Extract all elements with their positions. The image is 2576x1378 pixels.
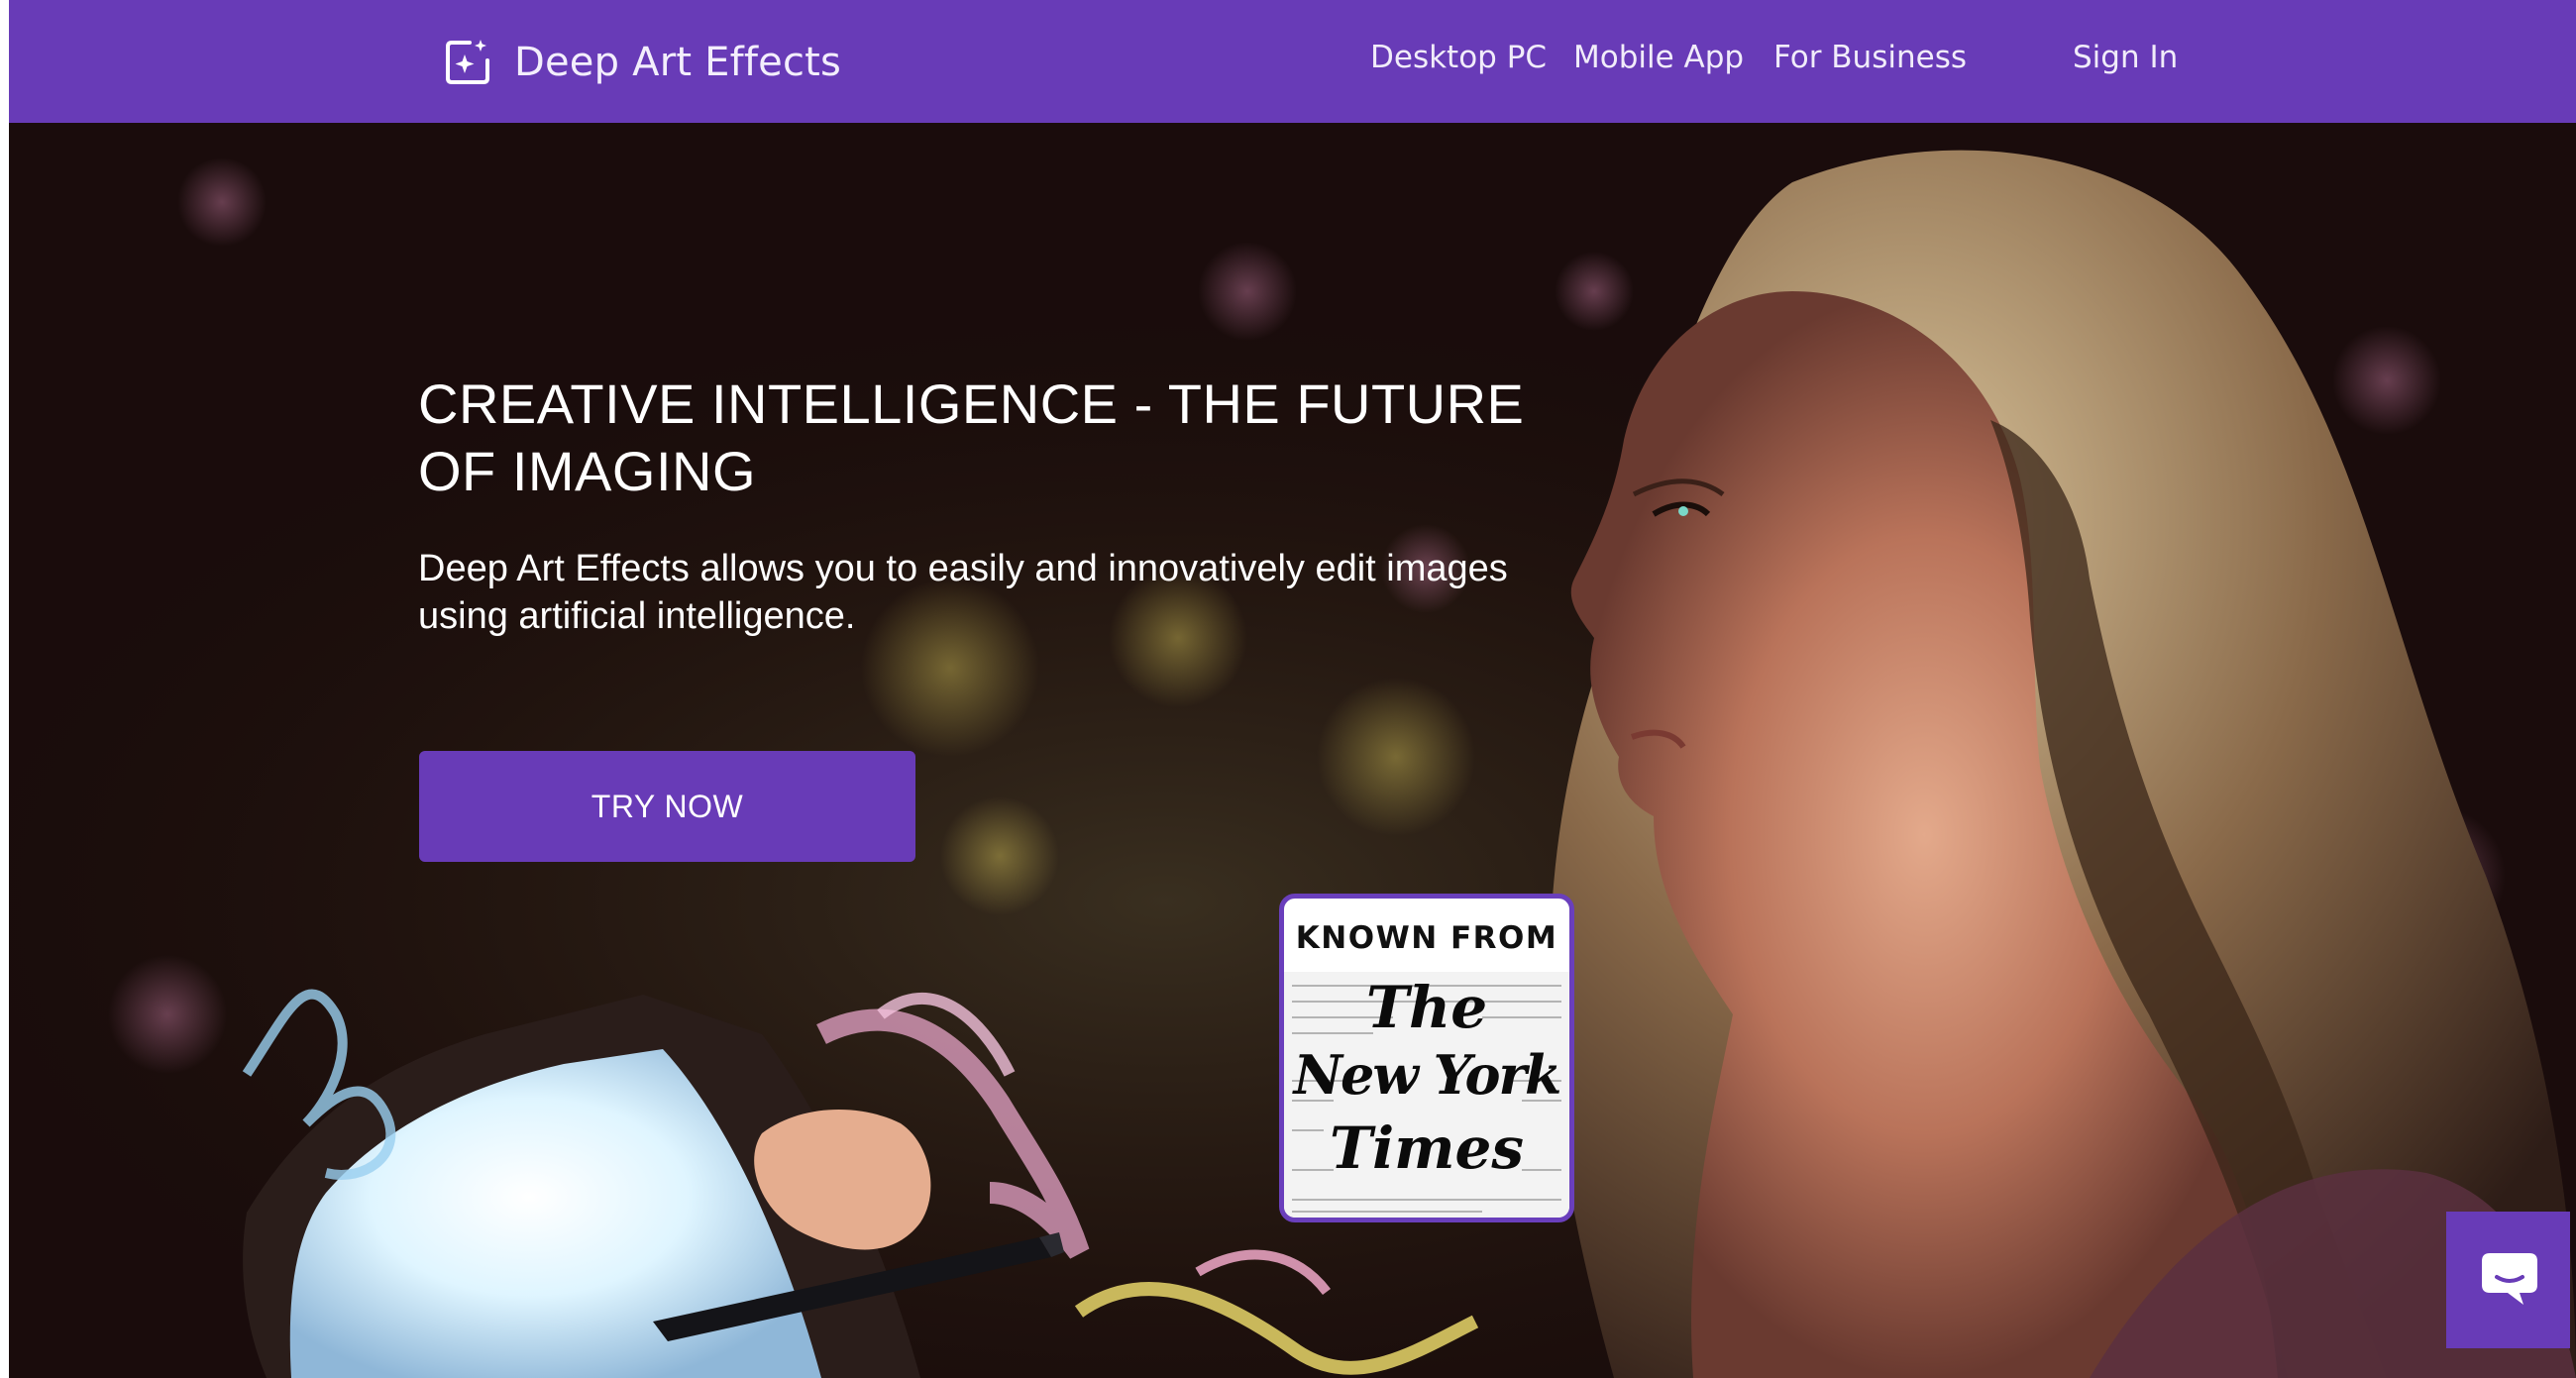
- try-now-button[interactable]: TRY NOW: [419, 751, 915, 862]
- top-navigation-bar: Deep Art Effects Desktop PC Mobile App F…: [9, 0, 2576, 123]
- hero-subtitle-line-1: Deep Art Effects allows you to easily an…: [418, 548, 1508, 589]
- known-from-label: KNOWN FROM: [1295, 920, 1558, 956]
- brand-name: Deep Art Effects: [514, 40, 842, 85]
- hero-subtitle: Deep Art Effects allows you to easily an…: [418, 545, 1607, 640]
- nav-link-desktop-pc[interactable]: Desktop PC: [1370, 40, 1547, 75]
- new-york-times-logo: The New York Times: [1284, 972, 1569, 1218]
- nyt-logo-line-2: New York: [1293, 1043, 1562, 1107]
- chat-bubble-icon: [2482, 1253, 2537, 1305]
- brand-logo-link[interactable]: Deep Art Effects: [443, 36, 841, 89]
- page: Deep Art Effects Desktop PC Mobile App F…: [0, 0, 2576, 1378]
- nav-link-for-business[interactable]: For Business: [1773, 40, 1967, 75]
- hero-section: CREATIVE INTELLIGENCE - THE FUTURE OF IM…: [9, 123, 2576, 1378]
- hero-title-line-2: OF IMAGING: [418, 440, 756, 502]
- nav-link-mobile-app[interactable]: Mobile App: [1573, 40, 1744, 75]
- hero-title: CREATIVE INTELLIGENCE - THE FUTURE OF IM…: [418, 371, 1607, 505]
- nav-link-sign-in[interactable]: Sign In: [2073, 40, 2178, 75]
- chat-launcher-button[interactable]: [2446, 1212, 2570, 1348]
- window-edge: [0, 0, 9, 1378]
- known-from-badge: KNOWN FROM The New York Times: [1279, 894, 1574, 1222]
- nyt-logo-line-1: The: [1365, 974, 1488, 1041]
- sparkle-frame-icon: [446, 40, 489, 84]
- nyt-logo-line-3: Times: [1329, 1114, 1525, 1182]
- hero-title-line-1: CREATIVE INTELLIGENCE - THE FUTURE: [418, 372, 1525, 435]
- hero-subtitle-line-2: using artificial intelligence.: [418, 595, 856, 637]
